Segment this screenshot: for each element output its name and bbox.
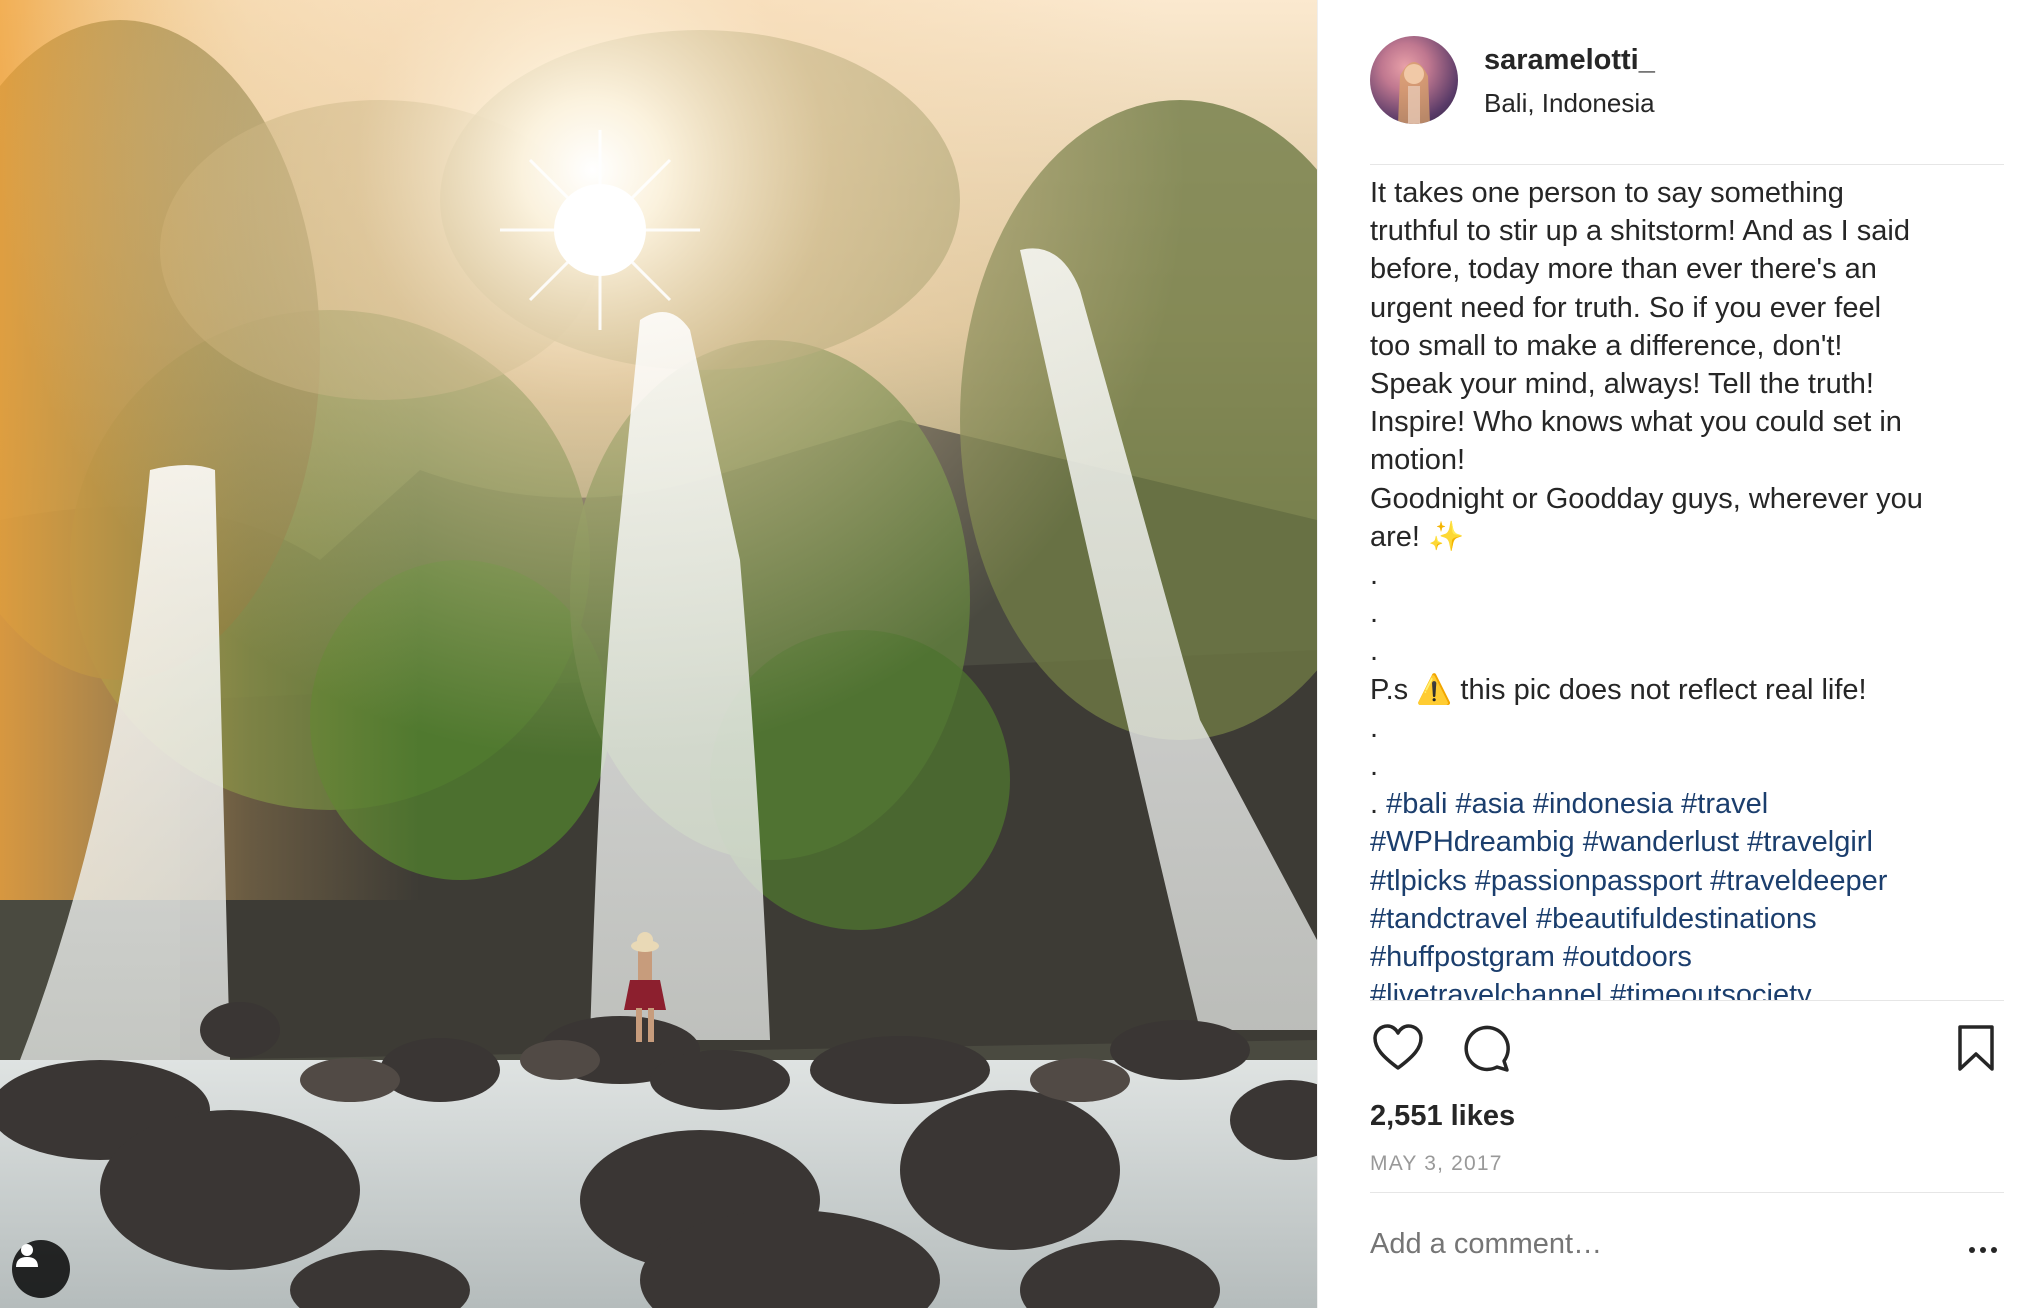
ellipsis-icon bbox=[1969, 1247, 1975, 1253]
caption-line: urgent need for truth. So if you ever fe… bbox=[1370, 291, 1882, 324]
heart-outline-icon bbox=[1373, 1024, 1423, 1070]
hashtag-line[interactable]: #WPHdreambig #wanderlust #travelgirl bbox=[1370, 823, 2004, 861]
caption-line: truthful to stir up a shitstorm! And as … bbox=[1370, 215, 1910, 248]
comment-input[interactable] bbox=[1370, 1228, 1930, 1261]
hashtag-line: . #bali #asia #indonesia #travel bbox=[1370, 785, 2004, 823]
divider bbox=[1370, 1000, 2004, 1001]
caption-line: Goodnight or Goodday guys, wherever you bbox=[1370, 482, 1923, 515]
divider bbox=[1370, 1192, 2004, 1193]
avatar[interactable] bbox=[1370, 36, 1458, 124]
caption-line: . bbox=[1370, 559, 1379, 592]
more-options-button[interactable] bbox=[1962, 1238, 2004, 1262]
username-link[interactable]: saramelotti_ bbox=[1484, 44, 1655, 77]
hashtag-line[interactable]: #tlpicks #passionpassport #traveldeeper bbox=[1370, 862, 2004, 900]
ellipsis-icon bbox=[1980, 1247, 1986, 1253]
caption-line: P.s ⚠️ this pic does not reflect real li… bbox=[1370, 673, 1867, 706]
post-header: saramelotti_ Bali, Indonesia bbox=[1370, 36, 2004, 165]
post-photo[interactable] bbox=[0, 0, 1317, 1308]
caption-dot: . bbox=[1370, 788, 1387, 821]
comment-button[interactable] bbox=[1458, 1020, 1514, 1076]
post-side-panel: saramelotti_ Bali, Indonesia It takes on… bbox=[1317, 0, 2044, 1308]
caption-line: are! ✨ bbox=[1370, 520, 1465, 553]
ellipsis-icon bbox=[1991, 1247, 1997, 1253]
bookmark-outline-icon bbox=[1958, 1025, 1994, 1071]
hashtag-links[interactable]: #bali #asia #indonesia #travel bbox=[1386, 788, 1768, 820]
likes-count[interactable]: 2,551 likes bbox=[1370, 1100, 1515, 1133]
caption-line: too small to make a difference, don't! bbox=[1370, 329, 1843, 362]
caption-line: before, today more than ever there's an bbox=[1370, 253, 1877, 286]
save-button[interactable] bbox=[1948, 1020, 2004, 1076]
hashtag-line[interactable]: #livetravelchannel #timeoutsociety bbox=[1370, 976, 2004, 1000]
caption-line: Inspire! Who knows what you could set in bbox=[1370, 406, 1902, 439]
caption-line: . bbox=[1370, 750, 1379, 783]
speech-bubble-icon bbox=[1464, 1025, 1510, 1072]
post-caption: It takes one person to say something tru… bbox=[1370, 174, 2004, 1000]
post-actions bbox=[1370, 1020, 2004, 1076]
like-button[interactable] bbox=[1370, 1020, 1426, 1076]
caption-line: . bbox=[1370, 597, 1379, 630]
hashtag-line[interactable]: #tandctravel #beautifuldestinations bbox=[1370, 900, 2004, 938]
location-link[interactable]: Bali, Indonesia bbox=[1484, 88, 1655, 119]
hashtag-line[interactable]: #huffpostgram #outdoors bbox=[1370, 938, 2004, 976]
user-silhouette-icon bbox=[16, 1244, 38, 1267]
caption-line: motion! bbox=[1370, 444, 1466, 477]
caption-line: . bbox=[1370, 711, 1379, 744]
waterfall-scene bbox=[0, 0, 1317, 1308]
caption-line: Speak your mind, always! Tell the truth! bbox=[1370, 368, 1874, 401]
caption-line: It takes one person to say something bbox=[1370, 177, 1844, 209]
post-date[interactable]: MAY 3, 2017 bbox=[1370, 1152, 1503, 1176]
avatar-image bbox=[1398, 62, 1430, 124]
tag-people-button[interactable] bbox=[12, 1240, 70, 1298]
caption-line: . bbox=[1370, 635, 1379, 668]
